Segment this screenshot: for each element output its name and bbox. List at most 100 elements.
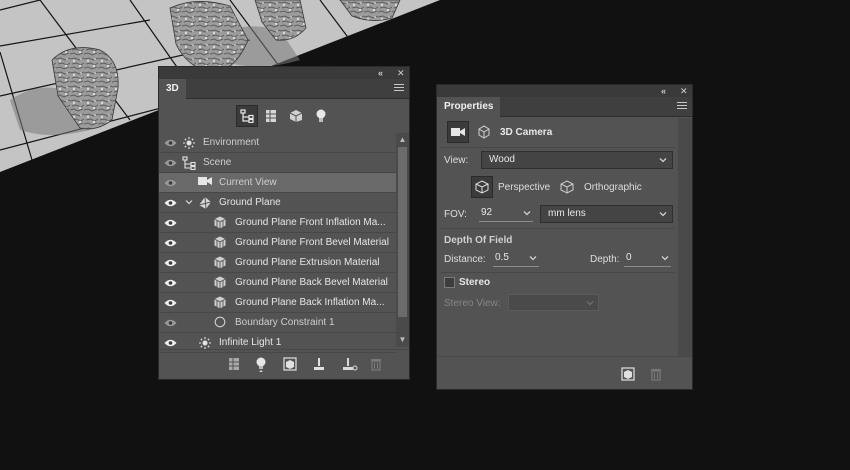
scroll-thumb[interactable] xyxy=(398,147,407,317)
material-icon xyxy=(214,256,228,270)
layer-row[interactable]: Scene xyxy=(159,153,396,173)
depth-field[interactable]: 0 xyxy=(624,250,671,267)
collapse-icon[interactable]: « xyxy=(661,86,666,96)
panel-tabbar: Properties xyxy=(437,97,692,117)
visibility-eye-icon[interactable] xyxy=(164,179,177,187)
render-icon[interactable] xyxy=(283,357,297,371)
layer-row[interactable]: Ground Plane Extrusion Material xyxy=(159,253,396,273)
perspective-icon[interactable] xyxy=(471,176,493,198)
layer-row[interactable]: Current View xyxy=(159,173,396,193)
mesh-icon xyxy=(198,196,212,210)
stereo-label[interactable]: Stereo xyxy=(459,277,490,288)
chevron-down-icon xyxy=(523,211,531,216)
dof-heading: Depth Of Field xyxy=(444,235,513,246)
render-icon[interactable] xyxy=(621,367,635,381)
view-value: Wood xyxy=(489,154,515,165)
expand-chevron-icon[interactable] xyxy=(185,198,193,206)
chevron-down-icon xyxy=(659,212,667,217)
layer-label: Ground Plane Back Inflation Ma... xyxy=(235,297,385,308)
scroll-up-icon[interactable]: ▲ xyxy=(398,135,407,145)
orthographic-label[interactable]: Orthographic xyxy=(584,182,642,193)
3d-panel: « ✕ 3D Environment Scene Current View Groun… xyxy=(158,66,410,380)
environment-icon xyxy=(182,136,196,150)
visibility-eye-icon[interactable] xyxy=(164,319,177,327)
chevron-down-icon xyxy=(586,301,594,306)
layer-row[interactable]: Environment xyxy=(159,133,396,153)
depth-value: 0 xyxy=(626,252,632,263)
panel-titlebar[interactable]: « ✕ xyxy=(437,85,692,97)
layer-scrollbar[interactable]: ▲ ▼ xyxy=(396,133,409,347)
properties-scrollbar[interactable] xyxy=(678,118,692,356)
material-icon xyxy=(214,236,228,250)
layer-row[interactable]: Ground Plane Front Inflation Ma... xyxy=(159,213,396,233)
properties-footer xyxy=(437,356,692,389)
layer-label: Current View xyxy=(219,177,277,188)
collapse-icon[interactable]: « xyxy=(378,68,383,78)
layer-row[interactable]: Ground Plane xyxy=(159,193,396,213)
depth-label: Depth: xyxy=(590,254,620,265)
layer-row[interactable]: Ground Plane Back Bevel Material xyxy=(159,273,396,293)
trash-icon[interactable] xyxy=(370,357,384,371)
properties-content: 3D Camera View: Wood Perspective Orthogr… xyxy=(437,118,678,356)
visibility-eye-icon[interactable] xyxy=(164,219,177,227)
properties-panel: « ✕ Properties 3D Camera View: Wood Pers… xyxy=(436,84,693,390)
coordinates-tab-icon[interactable] xyxy=(477,125,491,139)
material-icon xyxy=(214,216,228,230)
layer-label: Ground Plane Extrusion Material xyxy=(235,257,380,268)
tab-properties[interactable]: Properties xyxy=(437,97,501,117)
lights-filter-icon[interactable] xyxy=(310,105,332,127)
layer-label: Ground Plane Front Bevel Material xyxy=(235,237,389,248)
constraint-add-icon[interactable] xyxy=(342,357,358,371)
properties-header-title: 3D Camera xyxy=(500,127,553,138)
visibility-eye-icon[interactable] xyxy=(164,299,177,307)
visibility-eye-icon[interactable] xyxy=(164,139,177,147)
whole-scene-filter-icon[interactable] xyxy=(236,105,258,127)
visibility-eye-icon[interactable] xyxy=(164,259,177,267)
fov-value: 92 xyxy=(481,207,493,218)
orthographic-icon[interactable] xyxy=(560,180,574,194)
tab-3d[interactable]: 3D xyxy=(159,79,186,99)
trash-icon[interactable] xyxy=(650,367,662,381)
divider xyxy=(441,147,675,148)
visibility-eye-icon[interactable] xyxy=(164,279,177,287)
scroll-down-icon[interactable]: ▼ xyxy=(398,335,407,345)
scene-icon xyxy=(182,156,196,171)
distance-value: 0.5 xyxy=(495,252,509,263)
visibility-eye-icon[interactable] xyxy=(164,159,177,167)
panel-bottom-bar xyxy=(159,349,409,379)
stereo-view-select xyxy=(508,294,599,311)
lens-value: mm lens xyxy=(548,208,586,219)
lens-select[interactable]: mm lens xyxy=(540,205,673,223)
visibility-eye-icon[interactable] xyxy=(164,199,177,207)
stereo-view-label: Stereo View: xyxy=(444,298,501,309)
close-icon[interactable]: ✕ xyxy=(680,86,688,96)
divider xyxy=(441,228,675,229)
visibility-eye-icon[interactable] xyxy=(164,239,177,247)
camera-icon xyxy=(198,176,212,190)
layer-row[interactable]: Ground Plane Back Inflation Ma... xyxy=(159,293,396,313)
close-icon[interactable]: ✕ xyxy=(397,68,405,78)
view-label: View: xyxy=(444,155,469,166)
mesh-add-icon[interactable] xyxy=(228,357,242,371)
layer-list: Environment Scene Current View Ground Plane… xyxy=(159,133,396,353)
layer-label: Ground Plane Front Inflation Ma... xyxy=(235,217,386,228)
panel-menu-icon[interactable] xyxy=(677,102,687,111)
light-add-icon[interactable] xyxy=(255,357,269,372)
3d-viewport[interactable] xyxy=(0,0,850,470)
panel-titlebar[interactable]: « ✕ xyxy=(159,67,409,79)
meshes-filter-icon[interactable] xyxy=(260,105,282,127)
camera-tab-icon[interactable] xyxy=(447,121,469,143)
materials-filter-icon[interactable] xyxy=(285,105,307,127)
panel-menu-icon[interactable] xyxy=(394,84,404,93)
layer-row[interactable]: Boundary Constraint 1 xyxy=(159,313,396,333)
material-icon xyxy=(214,276,228,290)
stereo-checkbox[interactable] xyxy=(444,277,455,288)
fov-field[interactable]: 92 xyxy=(479,205,533,222)
view-select[interactable]: Wood xyxy=(481,151,673,169)
distance-field[interactable]: 0.5 xyxy=(493,250,539,267)
visibility-eye-icon[interactable] xyxy=(164,339,177,347)
ground-icon[interactable] xyxy=(312,357,326,371)
layer-row[interactable]: Ground Plane Front Bevel Material xyxy=(159,233,396,253)
chevron-down-icon xyxy=(529,256,537,261)
perspective-label[interactable]: Perspective xyxy=(498,182,550,193)
